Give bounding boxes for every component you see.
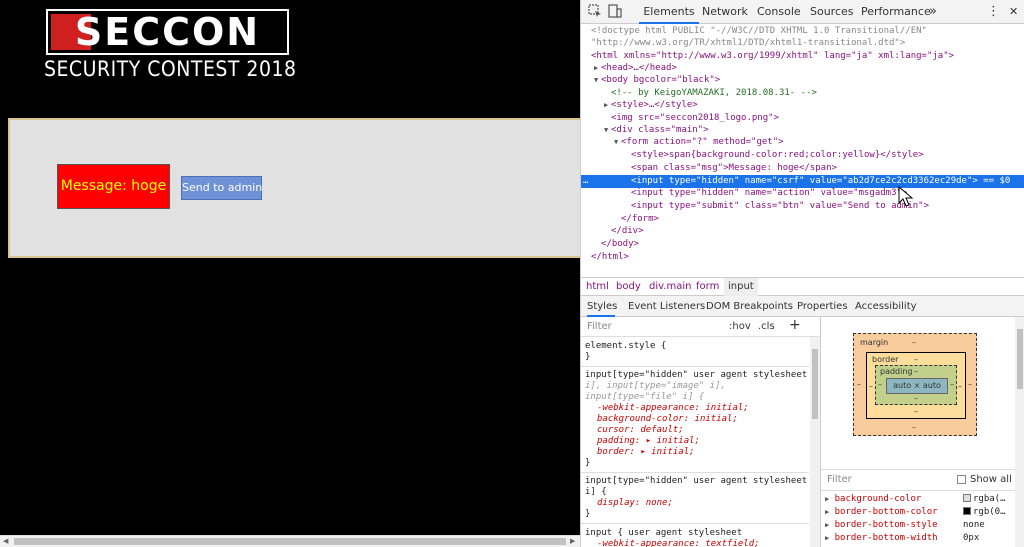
- collapse-arrow-icon[interactable]: ▼: [614, 136, 618, 149]
- dom-line[interactable]: ▶ <style>…</style>: [581, 99, 1024, 112]
- box-model-diagram: margin – – – – border – – – – padding – …: [853, 333, 977, 436]
- style-prop[interactable]: -webkit-appearance: textfield;: [597, 539, 760, 547]
- dom-line[interactable]: <input type="hidden" name="action" value…: [581, 187, 1024, 200]
- box-model-content: auto × auto: [886, 378, 948, 394]
- devtools-panel: Elements Network Console Sources Perform…: [580, 0, 1024, 547]
- computed-prop[interactable]: ▶ background-color rgba(…: [825, 493, 1021, 506]
- crumb-body[interactable]: body: [616, 278, 641, 296]
- box-model-padding: padding – – – – auto × auto: [875, 365, 957, 405]
- box-model-border: border – – – – padding – – – – auto × au…: [866, 352, 966, 419]
- horizontal-scroll-thumb[interactable]: [14, 538, 566, 545]
- dom-line[interactable]: ▼ <form action="?" method="get">: [581, 136, 1024, 149]
- dom-line[interactable]: <style>span{background-color:red;color:y…: [581, 149, 1024, 162]
- style-line[interactable]: input { user agent stylesheet: [585, 528, 742, 539]
- send-to-admin-button[interactable]: Send to admin: [181, 176, 262, 200]
- tab-dom-breakpoints[interactable]: DOM Breakpoints: [706, 296, 793, 317]
- collapse-arrow-icon[interactable]: ▼: [594, 74, 598, 87]
- style-prop[interactable]: -webkit-appearance: initial;: [597, 403, 749, 414]
- tab-styles[interactable]: Styles: [587, 296, 617, 317]
- inspect-element-icon[interactable]: [587, 4, 603, 20]
- computed-prop[interactable]: ▶ border-bottom-style none: [825, 519, 1021, 532]
- styles-scroll-thumb[interactable]: [812, 349, 818, 419]
- show-all-label: Show all: [970, 474, 1012, 485]
- show-all-checkbox[interactable]: [957, 475, 966, 484]
- cls-toggle[interactable]: .cls: [758, 321, 775, 332]
- dom-tree: <!doctype html PUBLIC "-//W3C//DTD XHTML…: [581, 25, 1024, 277]
- horizontal-scrollbar[interactable]: ◀ ▶: [0, 535, 580, 547]
- computed-filter-row: Filter Show all: [821, 469, 1024, 491]
- dom-line[interactable]: </html>: [581, 251, 1024, 264]
- tab-sources[interactable]: Sources: [810, 0, 854, 24]
- menu-icon[interactable]: ⋮: [987, 0, 1000, 24]
- device-toolbar-icon[interactable]: [607, 4, 623, 20]
- logo-text: SECCON: [74, 10, 261, 54]
- box-model-margin: margin – – – – border – – – – padding – …: [853, 333, 977, 436]
- tagline: SECURITY CONTEST 2018: [44, 57, 297, 81]
- new-rule-icon[interactable]: +: [789, 317, 801, 333]
- tab-properties[interactable]: Properties: [797, 296, 848, 317]
- tab-console[interactable]: Console: [757, 0, 801, 24]
- dom-line[interactable]: </div>: [581, 225, 1024, 238]
- style-prop[interactable]: padding: ▸ initial;: [597, 436, 700, 447]
- scroll-left-icon[interactable]: ◀: [3, 537, 8, 545]
- dom-line[interactable]: ▼ <body bgcolor="black">: [581, 74, 1024, 87]
- style-prop[interactable]: cursor: default;: [597, 425, 684, 436]
- styles-filter-row: Filter :hov .cls +: [581, 317, 820, 337]
- style-line: input[type="file" i] {: [585, 392, 705, 402]
- crumb-html[interactable]: html: [586, 278, 609, 296]
- style-prop[interactable]: background-color: initial;: [597, 414, 738, 425]
- expand-arrow-icon[interactable]: ▶: [604, 99, 608, 112]
- tab-performance[interactable]: Performance: [861, 0, 931, 24]
- style-line[interactable]: input[type="hidden" user agent styleshee…: [585, 476, 807, 487]
- style-line: }: [585, 509, 591, 519]
- dom-line[interactable]: <span class="msg">Message: hoge</span>: [581, 162, 1024, 175]
- style-line: i], input[type="image" i],: [585, 381, 726, 391]
- dom-line[interactable]: <input type="submit" class="btn" value="…: [581, 200, 1024, 213]
- breadcrumb: html body div.main form input: [581, 277, 1024, 296]
- hov-toggle[interactable]: :hov: [729, 321, 751, 332]
- dom-line[interactable]: "http://www.w3.org/TR/xhtml1/DTD/xhtml1-…: [581, 37, 1024, 50]
- style-prop[interactable]: border: ▸ initial;: [597, 447, 695, 458]
- seccon-logo: SECCON: [46, 9, 289, 55]
- crumb-div-main[interactable]: div.main: [649, 278, 691, 296]
- styles-filter-input[interactable]: Filter: [587, 321, 612, 332]
- style-line: }: [585, 352, 591, 362]
- tab-accessibility[interactable]: Accessibility: [855, 296, 917, 317]
- color-swatch[interactable]: [963, 507, 971, 515]
- computed-filter-input[interactable]: Filter: [827, 474, 852, 485]
- style-line: i] {: [585, 487, 607, 497]
- message-span: Message: hoge: [57, 164, 170, 209]
- scroll-right-icon[interactable]: ▶: [570, 537, 575, 545]
- computed-scroll-thumb[interactable]: [1017, 329, 1023, 389]
- styles-scrollbar[interactable]: [810, 337, 820, 547]
- crumb-input[interactable]: input: [724, 278, 758, 296]
- computed-prop[interactable]: ▶ border-bottom-width 0px: [825, 532, 1021, 545]
- close-icon[interactable]: ✕: [1009, 0, 1018, 24]
- style-line: }: [585, 458, 591, 468]
- sidebar-tabs: Styles Event Listeners DOM Breakpoints P…: [581, 296, 1024, 317]
- color-swatch[interactable]: [963, 494, 971, 502]
- styles-pane: Filter :hov .cls + element.style { } inp…: [581, 317, 821, 547]
- style-line[interactable]: input[type="hidden" user agent styleshee…: [585, 370, 807, 381]
- more-tabs-icon[interactable]: »: [929, 0, 937, 24]
- style-prop[interactable]: display: none;: [597, 498, 673, 509]
- tab-elements[interactable]: Elements: [639, 0, 699, 24]
- devtools-toolbar: Elements Network Console Sources Perform…: [581, 0, 1024, 24]
- style-line[interactable]: element.style {: [585, 341, 666, 352]
- mouse-cursor-icon: [898, 186, 914, 207]
- tab-network[interactable]: Network: [702, 0, 748, 24]
- computed-prop[interactable]: ▶ border-bottom-color rgb(0…: [825, 506, 1021, 519]
- webpage-viewport: SECCON SECURITY CONTEST 2018 Message: ho…: [0, 0, 580, 547]
- computed-scrollbar[interactable]: [1015, 317, 1024, 547]
- tab-event-listeners[interactable]: Event Listeners: [628, 296, 705, 317]
- computed-pane: margin – – – – border – – – – padding – …: [821, 317, 1024, 547]
- dom-line[interactable]: </body>: [581, 238, 1024, 251]
- crumb-form[interactable]: form: [696, 278, 719, 296]
